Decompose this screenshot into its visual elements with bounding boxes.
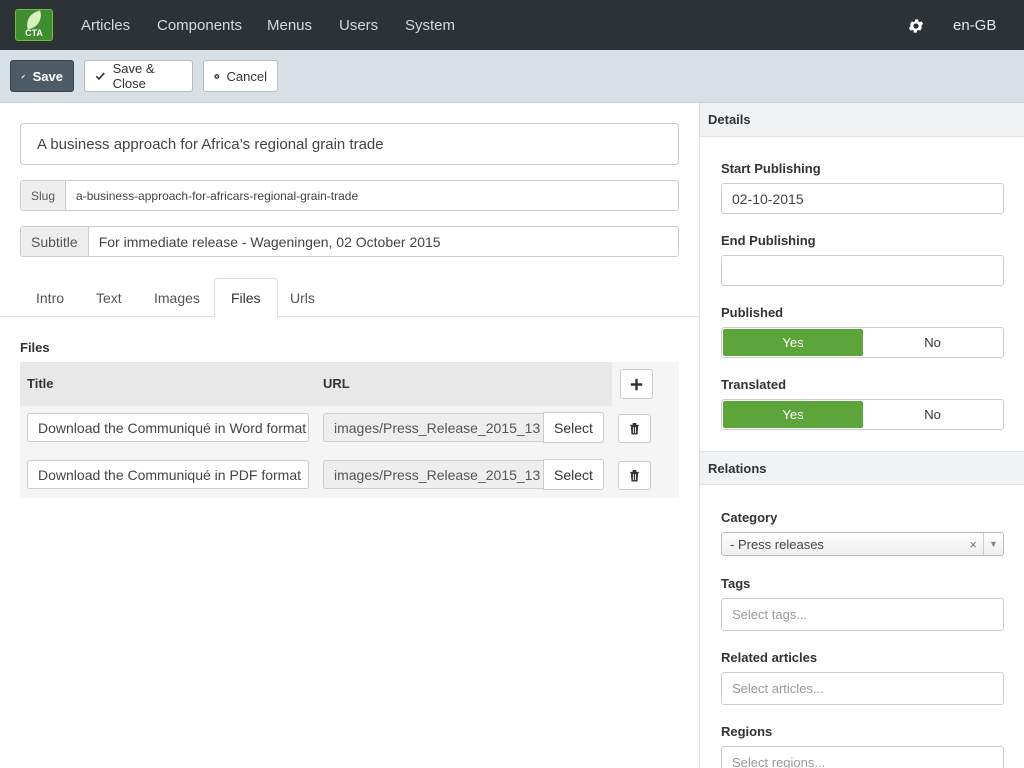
category-label: Category — [721, 510, 778, 525]
save-close-button[interactable]: Save & Close — [84, 60, 193, 92]
file-url-input[interactable]: images/Press_Release_2015_13 — [323, 413, 544, 442]
translated-no[interactable]: No — [863, 401, 1002, 428]
file-title-input[interactable]: Download the Communiqué in Word format — [27, 413, 309, 442]
logo-text: CTA — [25, 28, 43, 38]
tags-label: Tags — [721, 576, 751, 591]
details-header: Details — [700, 103, 1024, 137]
check-icon — [95, 72, 105, 81]
end-publishing-input[interactable] — [721, 255, 1004, 286]
tab-text[interactable]: Text — [80, 278, 138, 317]
translated-yes[interactable]: Yes — [723, 401, 863, 428]
files-table: Title URL Download the Communiqué in Wor… — [20, 362, 679, 498]
leaf-icon — [23, 10, 45, 30]
content-tabs: Intro Text Images Files Urls — [0, 278, 699, 318]
article-title-input[interactable]: A business approach for Africa’s regiona… — [20, 123, 679, 165]
save-close-label: Save & Close — [112, 61, 155, 91]
file-select-button[interactable]: Select — [543, 459, 604, 490]
gear-icon[interactable] — [907, 17, 925, 35]
tab-files[interactable]: Files — [214, 278, 278, 318]
nav-components[interactable]: Components — [157, 17, 242, 34]
tab-intro[interactable]: Intro — [20, 278, 80, 317]
slug-field: Slug a-business-approach-for-africars-re… — [20, 180, 679, 211]
pencil-icon — [21, 74, 26, 78]
clear-icon[interactable]: × — [969, 537, 977, 552]
cancel-button[interactable]: Cancel — [203, 60, 278, 92]
col-url-label: URL — [323, 376, 350, 391]
category-select[interactable]: - Press releases × ▼ — [721, 532, 1004, 556]
regions-label: Regions — [721, 724, 773, 739]
translated-toggle: Yes No — [721, 399, 1004, 430]
end-publishing-label: End Publishing — [721, 233, 816, 248]
nav-users[interactable]: Users — [339, 17, 378, 34]
category-value: - Press releases — [730, 536, 824, 552]
files-header-title: Title — [20, 362, 316, 406]
relations-header: Relations — [700, 451, 1024, 485]
col-title-label: Title — [27, 376, 54, 391]
files-header-url: URL — [316, 362, 612, 406]
subtitle-input[interactable]: For immediate release - Wageningen, 02 O… — [89, 227, 451, 256]
save-button[interactable]: Save — [10, 60, 74, 92]
save-label: Save — [32, 68, 63, 84]
published-no[interactable]: No — [863, 329, 1002, 356]
files-section-label: Files — [20, 340, 50, 355]
add-file-button[interactable] — [620, 369, 653, 399]
published-yes[interactable]: Yes — [723, 329, 863, 356]
start-publishing-label: Start Publishing — [721, 161, 821, 176]
right-sidebar: Details Start Publishing 02-10-2015 End … — [699, 103, 1024, 768]
trash-icon — [629, 470, 640, 482]
nav-menus[interactable]: Menus — [267, 17, 312, 34]
regions-input[interactable]: Select regions... — [721, 746, 1004, 768]
cta-logo[interactable]: CTA — [15, 9, 53, 41]
nav-system[interactable]: System — [405, 17, 455, 34]
cancel-circle-icon — [214, 73, 220, 79]
tags-input[interactable]: Select tags... — [721, 598, 1004, 631]
related-articles-label: Related articles — [721, 650, 818, 665]
slug-label: Slug — [21, 181, 67, 210]
slug-input[interactable]: a-business-approach-for-africars-regiona… — [66, 181, 368, 210]
trash-icon — [629, 423, 640, 435]
nav-articles[interactable]: Articles — [81, 17, 130, 34]
delete-file-button[interactable] — [618, 414, 651, 443]
translated-label: Translated — [721, 377, 787, 392]
published-label: Published — [721, 305, 784, 320]
language-switcher[interactable]: en-GB — [953, 17, 996, 34]
subtitle-field: Subtitle For immediate release - Wagenin… — [20, 226, 679, 257]
top-navbar: CTA Articles Components Menus Users Syst… — [0, 0, 1024, 50]
published-toggle: Yes No — [721, 327, 1004, 358]
cancel-label: Cancel — [226, 68, 267, 84]
related-articles-input[interactable]: Select articles... — [721, 672, 1004, 705]
file-url-input[interactable]: images/Press_Release_2015_13 — [323, 460, 544, 489]
file-select-button[interactable]: Select — [543, 412, 604, 443]
action-toolbar: Save Save & Close Cancel — [0, 50, 1024, 103]
tab-images[interactable]: Images — [138, 278, 216, 317]
chevron-down-icon[interactable]: ▼ — [983, 533, 1003, 555]
start-publishing-input[interactable]: 02-10-2015 — [721, 183, 1004, 214]
subtitle-label: Subtitle — [21, 227, 89, 256]
tab-urls[interactable]: Urls — [274, 278, 331, 317]
plus-icon — [630, 378, 643, 390]
delete-file-button[interactable] — [618, 461, 651, 490]
file-title-input[interactable]: Download the Communiqué in PDF format — [27, 460, 309, 489]
